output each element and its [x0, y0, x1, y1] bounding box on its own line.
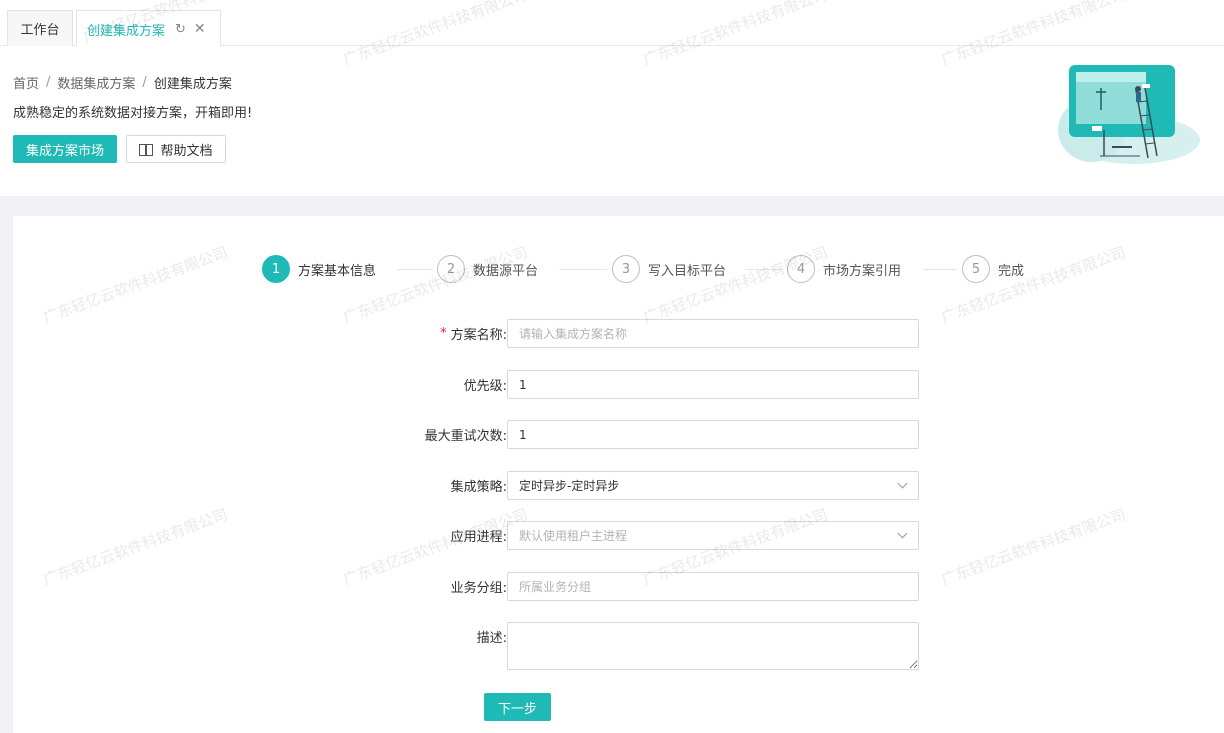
tab-workbench[interactable]: 工作台	[7, 10, 73, 46]
step-market-reference: 4 市场方案引用	[787, 255, 901, 283]
priority-input[interactable]	[507, 370, 919, 399]
step-label: 完成	[998, 263, 1025, 279]
page-subtitle: 成熟稳定的系统数据对接方案，开箱即用!	[13, 106, 253, 121]
group-label: 业务分组:	[450, 581, 507, 596]
strategy-select[interactable]: 定时异步-定时异步	[507, 471, 919, 500]
step-number: 4	[787, 255, 815, 283]
breadcrumb-separator: /	[46, 75, 51, 90]
next-step-button[interactable]: 下一步	[484, 693, 551, 721]
step-source-platform: 2 数据源平台	[437, 255, 538, 283]
solution-market-button[interactable]: 集成方案市场	[13, 135, 117, 163]
step-target-platform: 3 写入目标平台	[612, 255, 726, 283]
refresh-icon[interactable]: ↻	[175, 22, 186, 37]
breadcrumb-separator: /	[142, 75, 147, 90]
strategy-label: 集成策略:	[450, 480, 507, 495]
chevron-down-icon	[897, 478, 908, 489]
business-group-input[interactable]	[507, 572, 919, 601]
breadcrumb: 首页 / 数据集成方案 / 创建集成方案	[13, 73, 232, 92]
form-card: 1 方案基本信息 2 数据源平台 3 写入目标平台 4 市场方案引用 5 完成 …	[13, 216, 1224, 733]
breadcrumb-home[interactable]: 首页	[13, 73, 39, 92]
page-header: 首页 / 数据集成方案 / 创建集成方案 成熟稳定的系统数据对接方案，开箱即用!…	[0, 46, 1224, 196]
description-textarea[interactable]	[507, 622, 919, 670]
breadcrumb-current: 创建集成方案	[153, 77, 232, 92]
process-label: 应用进程:	[450, 530, 507, 545]
step-number: 5	[962, 255, 990, 283]
step-label: 方案基本信息	[298, 263, 377, 279]
max-retry-input[interactable]	[507, 420, 919, 449]
step-label: 市场方案引用	[823, 263, 902, 279]
book-icon	[139, 143, 154, 156]
process-placeholder: 默认使用租户主进程	[519, 529, 628, 543]
solution-name-input[interactable]	[507, 319, 919, 348]
step-label: 写入目标平台	[648, 263, 727, 279]
tab-label: 工作台	[20, 23, 60, 38]
step-connector	[746, 269, 782, 270]
step-connector	[923, 269, 957, 270]
strategy-value: 定时异步-定时异步	[519, 479, 620, 493]
breadcrumb-solutions[interactable]: 数据集成方案	[57, 73, 135, 92]
name-label: * 方案名称:	[440, 319, 507, 348]
step-number: 3	[612, 255, 640, 283]
name-label-text: 方案名称:	[450, 328, 507, 343]
step-connector	[397, 269, 433, 270]
tab-create-solution[interactable]: 创建集成方案 ↻ ✕	[76, 10, 221, 47]
help-docs-button[interactable]: 帮助文档	[126, 135, 226, 163]
help-docs-label: 帮助文档	[160, 143, 213, 159]
chevron-down-icon	[897, 528, 908, 539]
step-label: 数据源平台	[473, 263, 539, 279]
description-label: 描述:	[476, 631, 507, 646]
step-complete: 5 完成	[962, 255, 1024, 283]
tab-label: 创建集成方案	[87, 23, 166, 39]
header-illustration	[1058, 65, 1200, 164]
process-select[interactable]: 默认使用租户主进程	[507, 521, 919, 550]
step-number: 1	[262, 255, 290, 283]
step-basic-info: 1 方案基本信息	[262, 255, 376, 283]
tab-bar: 工作台 创建集成方案 ↻ ✕	[0, 0, 1224, 47]
step-connector	[559, 269, 607, 270]
close-icon[interactable]: ✕	[194, 21, 206, 37]
priority-label: 优先级:	[463, 379, 507, 394]
required-mark: *	[440, 326, 447, 341]
step-number: 2	[437, 255, 465, 283]
max-retry-label: 最大重试次数:	[424, 429, 507, 444]
